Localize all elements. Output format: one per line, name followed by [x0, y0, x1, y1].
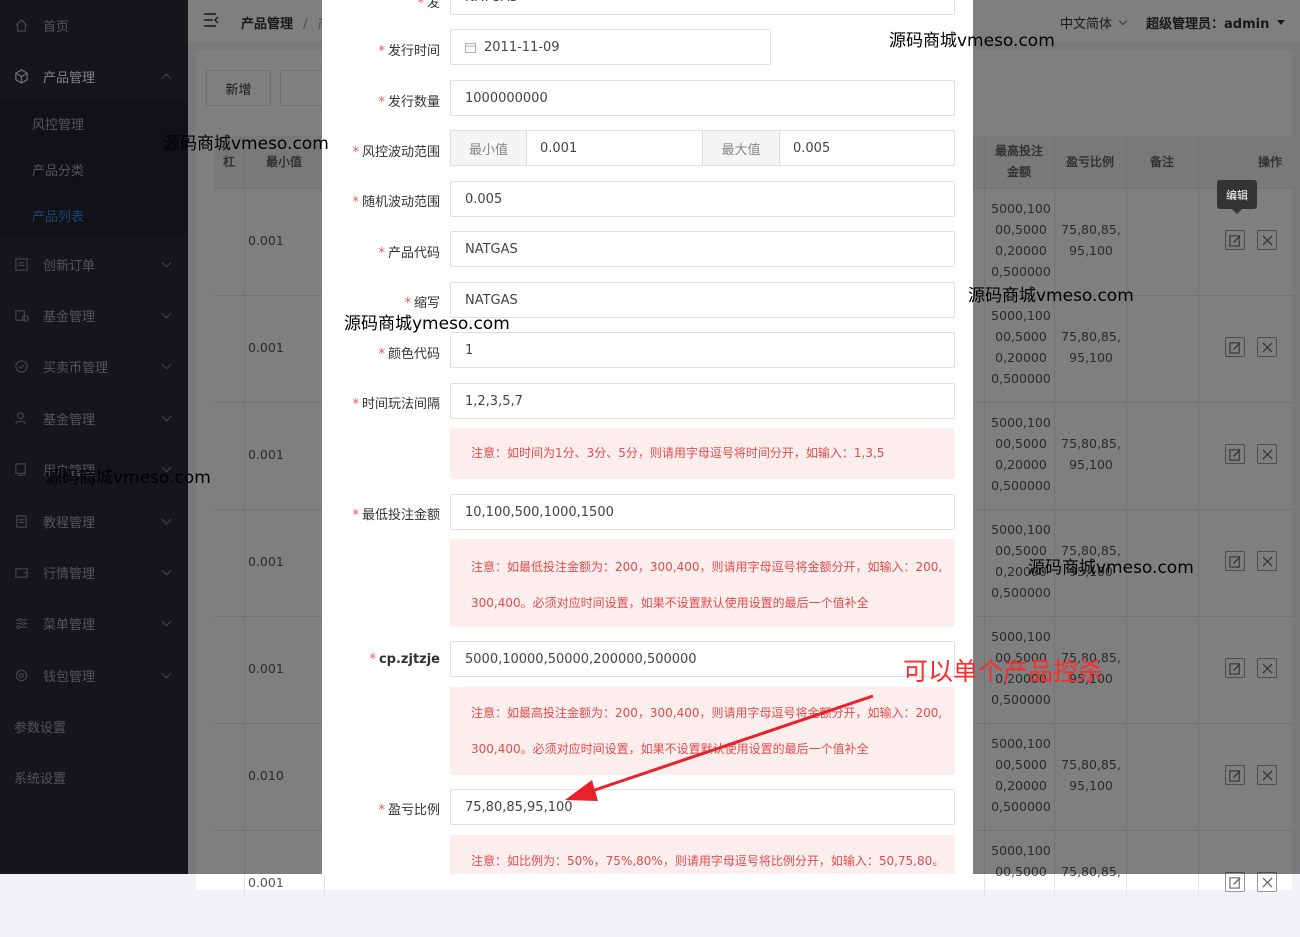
risk-range-group: 最小值 0.001 最大值 0.005 [450, 130, 955, 166]
issue-qty-input[interactable]: 1000000000 [450, 80, 955, 116]
close-icon [1261, 876, 1273, 888]
risk-max-input[interactable]: 0.005 [780, 130, 955, 166]
color-code-input[interactable]: 1 [450, 332, 955, 368]
min-addon: 最小值 [450, 130, 527, 166]
field-label: * 产品代码 [378, 246, 440, 261]
risk-min-input[interactable]: 0.001 [527, 130, 703, 166]
edit-tooltip: 编辑 [1217, 180, 1257, 214]
watermark: 源码商城vmeso.com [1028, 558, 1194, 578]
note-line: 300,400。必须对应时间设置，如果不设置默认使用设置的最后一个值补全 [471, 596, 869, 610]
calendar-icon [465, 42, 476, 53]
issue-time-value: 2011-11-09 [484, 39, 560, 55]
max-bet-input[interactable]: 5000,10000,50000,200000,500000 [450, 641, 955, 677]
note-line: 注意：如最高投注金额为：200，300,400，则请用字母逗号将金额分开，如输入… [471, 706, 943, 720]
delete-button[interactable] [1257, 872, 1277, 892]
field-label: * 随机波动范围 [352, 195, 440, 210]
field-label: * cp.zjtzje [369, 652, 440, 667]
field-label: * 发行数量 [378, 95, 440, 110]
watermark: 源码商城vmeso.com [163, 134, 329, 154]
product-code-input[interactable]: NATGAS [450, 231, 955, 267]
note-line: 300,400。必须对应时间设置，如果不设置默认使用设置的最后一个值补全 [471, 742, 869, 756]
cell-min-value: 0.001 [248, 875, 284, 890]
max-addon: 最大值 [703, 130, 780, 166]
max-bet-note: 注意：如最高投注金额为：200，300,400，则请用字母逗号将金额分开，如输入… [450, 687, 955, 775]
watermark: 源码商城vmeso.com [889, 31, 1055, 51]
watermark: 源码商城vmeso.com [45, 468, 211, 488]
field-label: * 最低投注金额 [352, 508, 440, 523]
field-label: * 时间玩法间隔 [352, 397, 440, 412]
edit-product-modal: *发 NATGAS *发行时间 2011-11-09 *发行数量 1000000… [322, 0, 973, 874]
time-interval-input[interactable]: 1,2,3,5,7 [450, 383, 955, 419]
random-range-input[interactable]: 0.005 [450, 181, 955, 217]
field-label: * 发行时间 [378, 44, 440, 59]
min-bet-note: 注意：如最低投注金额为：200，300,400，则请用字母逗号将金额分开，如输入… [450, 539, 955, 627]
partial-input[interactable]: NATGAS [450, 0, 955, 15]
field-label: * 风控波动范围 [352, 145, 440, 160]
profit-ratio-input[interactable]: 75,80,85,95,100 [450, 789, 955, 825]
profit-ratio-note: 注意：如比例为：50%，75%,80%，则请用字母逗号将比例分开，如输入：50,… [450, 835, 955, 874]
field-label: * 发 [417, 0, 440, 11]
min-bet-input[interactable]: 10,100,500,1000,1500 [450, 494, 955, 530]
note-line: 注意：如最低投注金额为：200，300,400，则请用字母逗号将金额分开，如输入… [471, 560, 943, 574]
field-label: * 颜色代码 [378, 347, 440, 362]
issue-time-input[interactable]: 2011-11-09 [450, 29, 771, 65]
field-label: * 盈亏比例 [378, 803, 440, 818]
abbr-input[interactable]: NATGAS [450, 282, 955, 318]
annotation-text: 可以单个产品控杀 [903, 657, 1104, 686]
watermark: 源码商城ymeso.com [344, 314, 510, 334]
time-interval-note: 注意：如时间为1分、3分、5分，则请用字母逗号将时间分开，如输入：1,3,5 [450, 428, 955, 479]
watermark: 源码商城vmeso.com [968, 286, 1134, 306]
edit-button[interactable] [1225, 872, 1245, 892]
edit-icon [1228, 876, 1241, 889]
